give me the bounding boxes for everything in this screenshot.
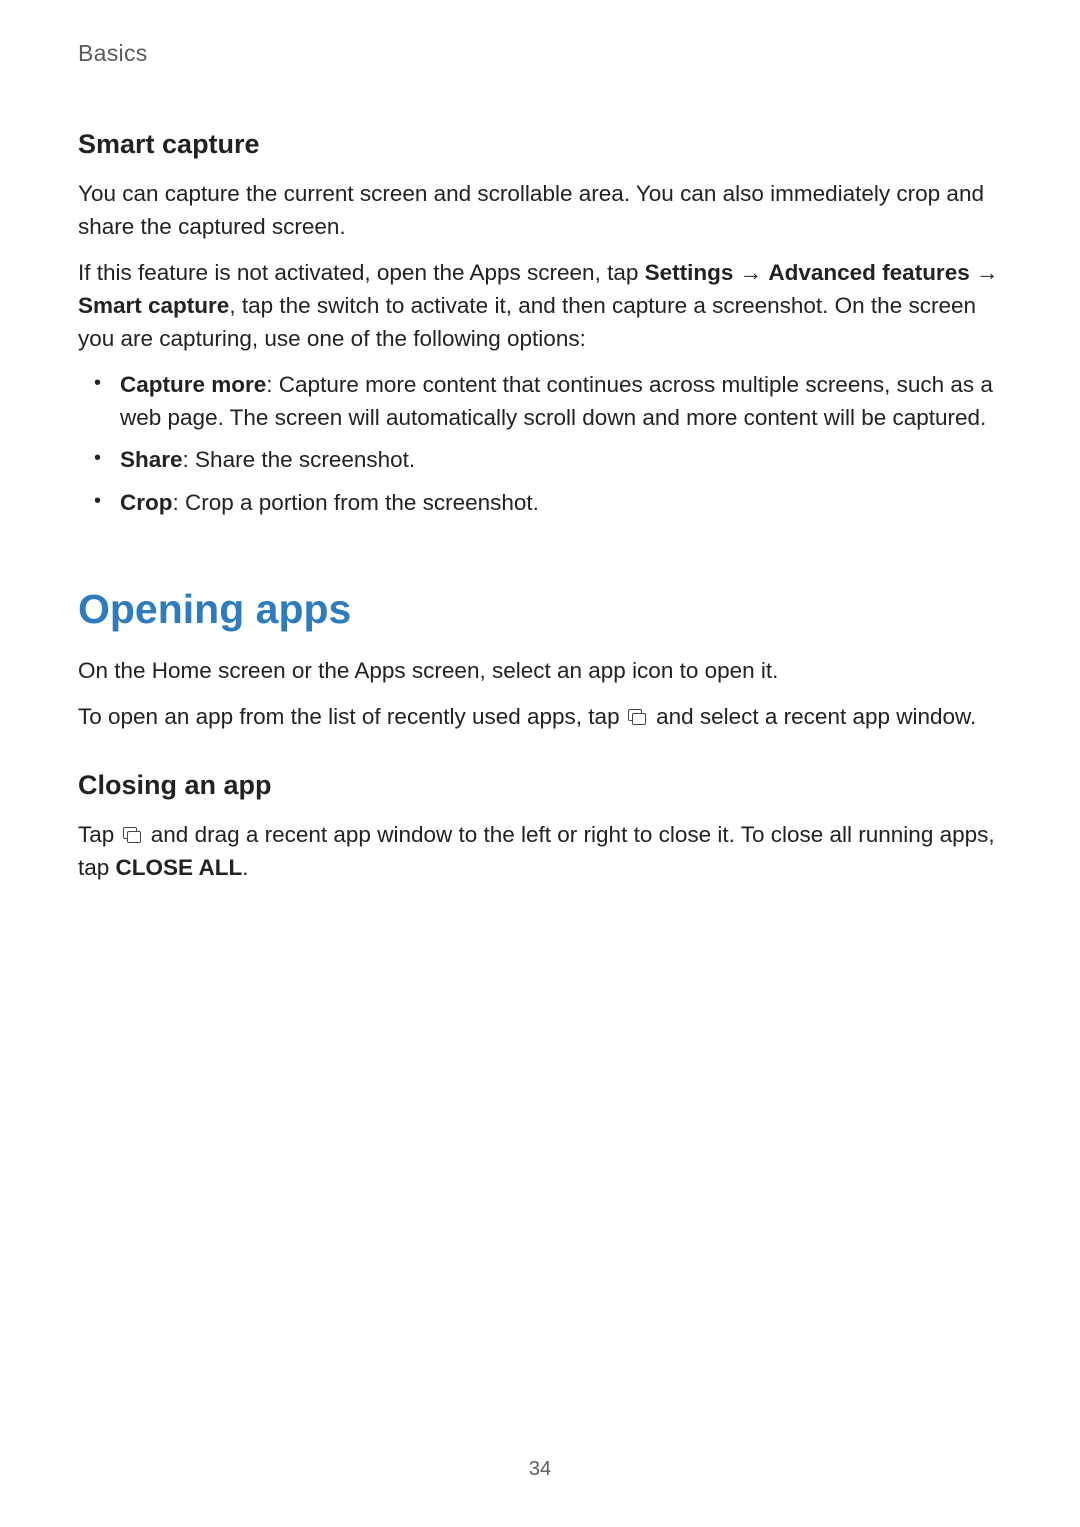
text-fragment: To open an app from the list of recently… [78, 704, 626, 729]
smart-capture-activate: If this feature is not activated, open t… [78, 257, 1002, 355]
option-desc: : Share the screenshot. [183, 447, 416, 472]
heading-smart-capture: Smart capture [78, 129, 1002, 160]
text-fragment: Tap [78, 822, 121, 847]
heading-closing-app: Closing an app [78, 770, 1002, 801]
advanced-features-label: Advanced features [768, 260, 969, 285]
opening-apps-p2: To open an app from the list of recently… [78, 701, 1002, 734]
recent-apps-icon [628, 709, 648, 726]
text-fragment: If this feature is not activated, open t… [78, 260, 645, 285]
list-item: Capture more: Capture more content that … [78, 369, 1002, 434]
closing-app-p1: Tap and drag a recent app window to the … [78, 819, 1002, 884]
manual-page: Basics Smart capture You can capture the… [0, 0, 1080, 1527]
option-term: Share [120, 447, 183, 472]
recent-apps-icon [123, 827, 143, 844]
option-term: Capture more [120, 372, 266, 397]
smart-capture-label: Smart capture [78, 293, 229, 318]
arrow-icon: → [733, 260, 768, 285]
arrow-icon: → [970, 260, 999, 285]
option-desc: : Crop a portion from the screenshot. [173, 490, 539, 515]
text-fragment: and select a recent app window. [650, 704, 976, 729]
settings-label: Settings [645, 260, 734, 285]
heading-opening-apps: Opening apps [78, 586, 1002, 633]
smart-capture-intro: You can capture the current screen and s… [78, 178, 1002, 243]
list-item: Crop: Crop a portion from the screenshot… [78, 487, 1002, 520]
text-fragment: . [242, 855, 248, 880]
page-number: 34 [0, 1458, 1080, 1481]
smart-capture-options: Capture more: Capture more content that … [78, 369, 1002, 520]
option-term: Crop [120, 490, 173, 515]
opening-apps-p1: On the Home screen or the Apps screen, s… [78, 655, 1002, 688]
list-item: Share: Share the screenshot. [78, 444, 1002, 477]
section-header: Basics [78, 40, 1002, 67]
close-all-label: CLOSE ALL [116, 855, 243, 880]
